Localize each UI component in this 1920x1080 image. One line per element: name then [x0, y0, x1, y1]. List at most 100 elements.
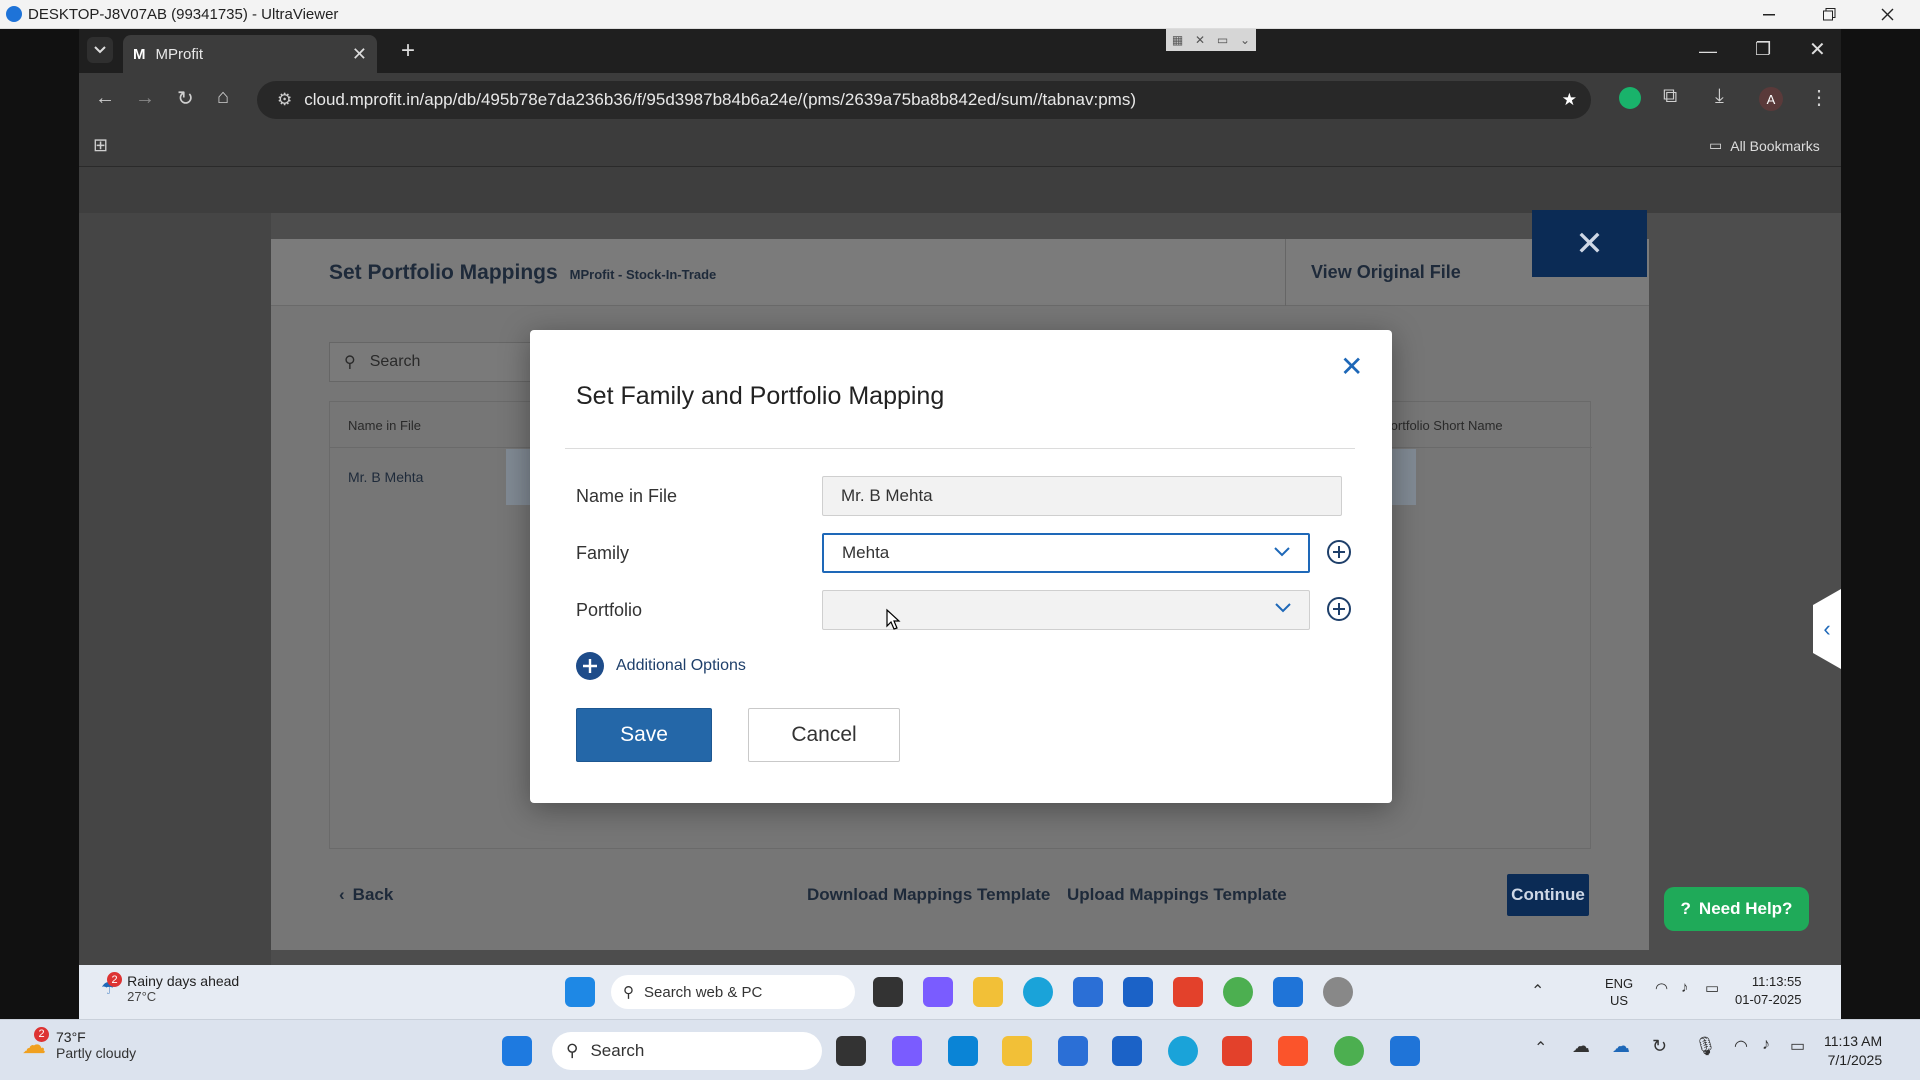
store-icon[interactable] — [1058, 1036, 1088, 1066]
weather-badge: 2 — [34, 1026, 49, 1042]
remote-weather-widget[interactable]: ☂ 2 Rainy days ahead 27°C — [101, 972, 240, 1004]
download-template-link[interactable]: Download Mappings Template — [807, 885, 1050, 905]
bookmark-star-icon[interactable]: ★ — [1562, 90, 1577, 110]
restore-button[interactable] — [1806, 0, 1852, 29]
chrome-toolbar: ← → ↻ ⌂ ⚙ cloud.mprofit.in/app/db/495b78… — [79, 73, 1841, 127]
close-tab-icon[interactable]: ✕ — [352, 44, 367, 65]
chrome-minimize-button[interactable]: — — [1699, 41, 1717, 62]
portfolio-label: Portfolio — [576, 600, 643, 620]
reload-icon[interactable]: ↻ — [177, 86, 194, 111]
task-view-icon[interactable] — [873, 977, 903, 1007]
tab-mprofit[interactable]: M MProfit ✕ — [123, 35, 377, 73]
settings-gear-icon[interactable] — [1323, 977, 1353, 1007]
ultraviewer-mini-toolbar[interactable]: ▦ ✕ ▭ ⌄ — [1166, 29, 1256, 51]
continue-button[interactable]: Continue — [1507, 874, 1589, 916]
weather-temp: 27°C — [127, 989, 157, 1004]
add-portfolio-icon[interactable] — [1326, 596, 1352, 622]
site-info-icon[interactable]: ⚙ — [277, 90, 292, 110]
window-title: DESKTOP-J8V07AB (99341735) - UltraViewer — [28, 5, 339, 23]
cloud-icon[interactable]: ☁ — [1612, 1036, 1630, 1057]
task-view-icon[interactable] — [836, 1036, 866, 1066]
url-text: cloud.mprofit.in/app/db/495b78e7da236b36… — [304, 90, 1137, 109]
chrome-menu-icon[interactable]: ⋮ — [1809, 85, 1829, 110]
grid-icon[interactable]: ▦ — [1172, 33, 1183, 47]
copilot-icon[interactable] — [892, 1036, 922, 1066]
extensions-icon[interactable]: ⧉ — [1663, 85, 1677, 108]
panel-subtitle: MProfit - Stock-In-Trade — [569, 267, 717, 282]
plus-circle-icon — [576, 652, 604, 680]
wifi-icon[interactable]: ◠ — [1734, 1036, 1748, 1056]
remote-time: 11:13:55 — [1751, 974, 1802, 989]
weather-title: Rainy days ahead — [127, 973, 240, 989]
onedrive-icon[interactable]: ☁ — [1572, 1036, 1590, 1057]
sync-icon[interactable]: ↻ — [1652, 1036, 1667, 1057]
header-divider — [1285, 239, 1286, 306]
back-link[interactable]: ‹ Back — [339, 885, 393, 905]
edge-icon[interactable] — [1023, 977, 1053, 1007]
ultraviewer-icon[interactable] — [1273, 977, 1303, 1007]
forward-arrow-icon[interactable]: → — [135, 87, 155, 110]
tab-title: MProfit — [155, 45, 204, 63]
new-tab-button[interactable]: + — [401, 37, 415, 65]
wps-office-icon[interactable] — [1173, 977, 1203, 1007]
apps-grid-icon[interactable]: ⊞ — [93, 135, 108, 156]
volume-icon[interactable]: ♪ — [1762, 1036, 1770, 1054]
download-icon[interactable]: ⤓ — [1715, 85, 1724, 108]
additional-options-toggle[interactable]: Additional Options — [576, 652, 746, 680]
close-window-button[interactable] — [1864, 0, 1910, 29]
chrome-icon[interactable] — [1334, 1036, 1364, 1066]
family-label: Family — [576, 543, 629, 563]
edge-icon[interactable] — [1168, 1036, 1198, 1066]
chevron-up-icon[interactable]: ⌃ — [1534, 1038, 1547, 1058]
wps-office-icon[interactable] — [1222, 1036, 1252, 1066]
chrome-restore-button[interactable]: ❐ — [1755, 39, 1771, 60]
save-button[interactable]: Save — [576, 708, 712, 762]
file-explorer-icon[interactable] — [1002, 1036, 1032, 1066]
brave-icon[interactable] — [1278, 1036, 1308, 1066]
app-icon-blue[interactable] — [948, 1036, 978, 1066]
close-dialog-icon[interactable]: ✕ — [1340, 350, 1363, 383]
outlook-icon[interactable] — [1112, 1036, 1142, 1066]
home-icon[interactable]: ⌂ — [217, 86, 229, 109]
minimize-button[interactable] — [1746, 0, 1792, 29]
file-explorer-icon[interactable] — [973, 977, 1003, 1007]
local-weather-widget[interactable]: ☁ 2 73°F Partly cloudy — [22, 1026, 136, 1061]
upload-template-link[interactable]: Upload Mappings Template — [1067, 885, 1287, 905]
all-bookmarks-button[interactable]: ▭ All Bookmarks — [1709, 137, 1820, 154]
cancel-button[interactable]: Cancel — [748, 708, 900, 762]
view-original-file-link[interactable]: View Original File — [1311, 262, 1461, 283]
volume-icon[interactable]: ♪ — [1681, 979, 1689, 996]
grammarly-icon[interactable] — [1619, 87, 1641, 109]
need-help-button[interactable]: ? Need Help? — [1664, 887, 1809, 931]
local-search-box[interactable]: ⚲ Search — [552, 1032, 822, 1070]
wifi-icon[interactable]: ◠ — [1655, 979, 1668, 997]
remote-search-box[interactable]: ⚲ Search web & PC — [611, 975, 855, 1009]
windows-start-icon[interactable] — [502, 1036, 532, 1066]
close-panel-button[interactable]: ✕ — [1532, 210, 1647, 277]
fullscreen-exit-icon[interactable]: ✕ — [1195, 33, 1205, 47]
profile-avatar[interactable]: A — [1759, 87, 1783, 111]
windows-start-icon[interactable] — [565, 977, 595, 1007]
back-label: Back — [352, 885, 394, 904]
remote-clock[interactable]: 11:13:55 01-07-2025 — [1735, 973, 1802, 1009]
address-bar[interactable]: ⚙ cloud.mprofit.in/app/db/495b78e7da236b… — [257, 81, 1591, 119]
copilot-icon[interactable] — [923, 977, 953, 1007]
chevron-up-icon[interactable]: ⌃ — [1531, 981, 1544, 1001]
family-select[interactable]: Mehta — [822, 533, 1310, 573]
chevron-down-icon[interactable]: ⌄ — [1240, 33, 1250, 47]
add-family-icon[interactable] — [1326, 539, 1352, 565]
battery-icon[interactable]: ▭ — [1705, 979, 1719, 997]
outlook-icon[interactable] — [1123, 977, 1153, 1007]
battery-icon[interactable]: ▭ — [1790, 1036, 1805, 1056]
microphone-icon[interactable]: 🎙 — [1694, 1036, 1717, 1057]
language-indicator[interactable]: ENG US — [1605, 975, 1633, 1009]
lang-line1: ENG — [1605, 976, 1634, 991]
tab-search-button[interactable] — [87, 37, 113, 63]
back-arrow-icon[interactable]: ← — [95, 87, 115, 110]
ultraviewer-icon[interactable] — [1390, 1036, 1420, 1066]
monitor-icon[interactable]: ▭ — [1217, 33, 1228, 47]
chrome-close-button[interactable]: ✕ — [1809, 37, 1826, 62]
local-clock[interactable]: 11:13 AM 7/1/2025 — [1824, 1032, 1882, 1070]
chrome-icon[interactable] — [1223, 977, 1253, 1007]
store-icon[interactable] — [1073, 977, 1103, 1007]
